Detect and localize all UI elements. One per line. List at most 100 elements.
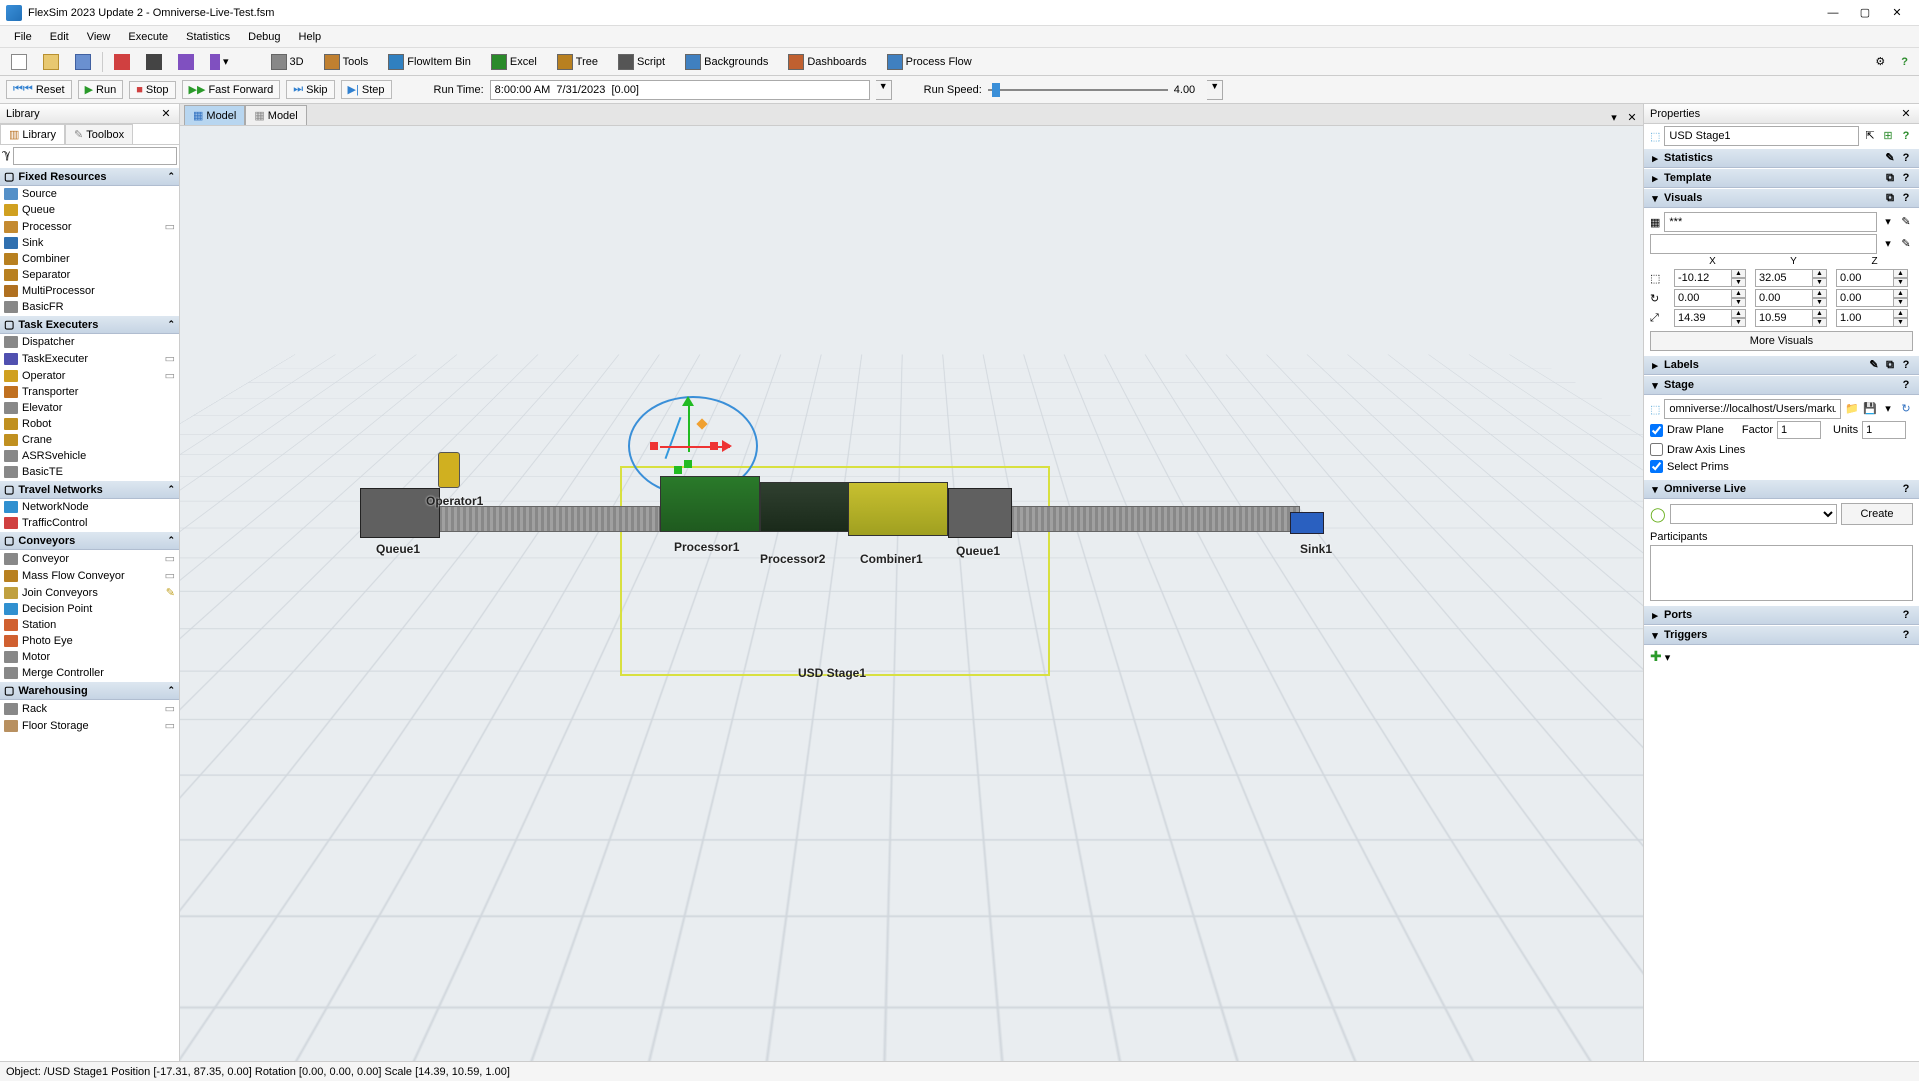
toolbar-3d[interactable]: 3D — [266, 51, 309, 73]
stop-button[interactable]: ■Stop — [129, 81, 175, 99]
pos-x-input[interactable] — [1674, 269, 1732, 287]
scale-y-input[interactable] — [1755, 309, 1813, 327]
section-omniverse-live[interactable]: ▾Omniverse Live? — [1644, 479, 1919, 499]
toolbar-tools[interactable]: Tools — [319, 51, 374, 73]
new-file-button[interactable] — [6, 51, 32, 73]
refresh-icon[interactable]: ↻ — [1899, 402, 1913, 416]
help-icon[interactable]: ? — [1899, 628, 1913, 642]
more-visuals-button[interactable]: More Visuals — [1650, 331, 1913, 351]
select-prims-checkbox[interactable] — [1650, 460, 1663, 473]
runspeed-dropdown[interactable]: ▼ — [1207, 80, 1223, 100]
browse-icon[interactable]: 📁 — [1845, 402, 1859, 416]
lib-category-travel-networks[interactable]: ▢Travel Networks⌃ — [0, 480, 179, 499]
lib-item-crane[interactable]: Crane — [0, 432, 179, 448]
dropdown-icon[interactable]: ▾ — [1881, 215, 1895, 229]
save-icon[interactable]: 💾 — [1863, 402, 1877, 416]
close-panel-icon[interactable]: ✕ — [1899, 107, 1913, 121]
dropdown-icon[interactable]: ▾ — [1881, 237, 1895, 251]
queue2-object[interactable] — [948, 488, 1012, 538]
runtime-dropdown[interactable]: ▼ — [876, 80, 892, 100]
color-button-3[interactable] — [173, 51, 199, 73]
minimize-button[interactable]: — — [1817, 1, 1849, 25]
tab-model-1[interactable]: ▦Model — [245, 105, 306, 125]
close-panel-icon[interactable]: ✕ — [159, 107, 173, 121]
lib-item-floor-storage[interactable]: Floor Storage▭ — [0, 717, 179, 734]
rot-y-input[interactable] — [1755, 289, 1813, 307]
runtime-input[interactable] — [490, 80, 870, 100]
lib-category-fixed-resources[interactable]: ▢Fixed Resources⌃ — [0, 167, 179, 186]
stage-url-input[interactable] — [1664, 399, 1841, 419]
copy-icon[interactable]: ⧉ — [1883, 171, 1897, 185]
shape-input[interactable] — [1664, 212, 1877, 232]
lib-item-multiprocessor[interactable]: MultiProcessor — [0, 283, 179, 299]
skip-button[interactable]: ⏭Skip — [286, 80, 334, 99]
processor1-object[interactable] — [660, 476, 760, 532]
lib-item-processor[interactable]: Processor▭ — [0, 218, 179, 235]
lib-item-taskexecuter[interactable]: TaskExecuter▭ — [0, 350, 179, 367]
maximize-button[interactable]: ▢ — [1849, 1, 1881, 25]
save-file-button[interactable] — [70, 51, 96, 73]
dropdown-icon[interactable]: ▾ — [1881, 402, 1895, 416]
lib-item-mass-flow-conveyor[interactable]: Mass Flow Conveyor▭ — [0, 567, 179, 584]
units-input[interactable] — [1862, 421, 1906, 439]
lib-item-conveyor[interactable]: Conveyor▭ — [0, 550, 179, 567]
factor-input[interactable] — [1777, 421, 1821, 439]
lib-item-elevator[interactable]: Elevator — [0, 400, 179, 416]
section-labels[interactable]: ▸Labels✎⧉? — [1644, 355, 1919, 375]
help-icon[interactable]: ? — [1899, 378, 1913, 392]
toolbar-dashboards[interactable]: Dashboards — [783, 51, 871, 73]
pos-z-input[interactable] — [1836, 269, 1894, 287]
trigger-dropdown[interactable]: ▾ — [1665, 652, 1671, 664]
lib-item-motor[interactable]: Motor — [0, 649, 179, 665]
tab-model-0[interactable]: ▦Model — [184, 105, 245, 125]
toolbar-processflow[interactable]: Process Flow — [882, 51, 977, 73]
menu-edit[interactable]: Edit — [42, 29, 77, 45]
lib-item-sink[interactable]: Sink — [0, 235, 179, 251]
toolbar-backgrounds[interactable]: Backgrounds — [680, 51, 773, 73]
lib-item-basicte[interactable]: BasicTE — [0, 464, 179, 480]
step-button[interactable]: ▶|Step — [341, 80, 392, 99]
help-button[interactable]: ? — [1896, 53, 1913, 71]
menu-help[interactable]: Help — [291, 29, 330, 45]
color-button-1[interactable] — [109, 51, 135, 73]
copy-icon[interactable]: ⧉ — [1883, 191, 1897, 205]
menu-view[interactable]: View — [79, 29, 119, 45]
help-icon[interactable]: ? — [1899, 151, 1913, 165]
lib-item-combiner[interactable]: Combiner — [0, 251, 179, 267]
lib-category-task-executers[interactable]: ▢Task Executers⌃ — [0, 315, 179, 334]
lib-item-transporter[interactable]: Transporter — [0, 384, 179, 400]
lib-item-trafficcontrol[interactable]: TrafficControl — [0, 515, 179, 531]
copy-icon[interactable]: ⧉ — [1883, 358, 1897, 372]
toolbar-script[interactable]: Script — [613, 51, 670, 73]
lib-item-networknode[interactable]: NetworkNode — [0, 499, 179, 515]
tab-menu-icon[interactable]: ▾ — [1607, 111, 1621, 125]
participants-list[interactable] — [1650, 545, 1913, 601]
help-icon[interactable]: ? — [1899, 608, 1913, 622]
help-icon[interactable]: ? — [1899, 482, 1913, 496]
edit-icon[interactable]: ✎ — [1867, 358, 1881, 372]
toolbar-excel[interactable]: Excel — [486, 51, 542, 73]
color-button-2[interactable] — [141, 51, 167, 73]
toolbar-flowitembin[interactable]: FlowItem Bin — [383, 51, 476, 73]
section-statistics[interactable]: ▸Statistics✎? — [1644, 148, 1919, 168]
rot-z-input[interactable] — [1836, 289, 1894, 307]
draw-plane-checkbox[interactable] — [1650, 424, 1663, 437]
add-trigger-button[interactable]: ✚ — [1650, 648, 1662, 664]
section-ports[interactable]: ▸Ports? — [1644, 605, 1919, 625]
filter-input[interactable] — [13, 147, 177, 165]
create-button[interactable]: Create — [1841, 503, 1913, 525]
help-icon[interactable]: ? — [1899, 171, 1913, 185]
rot-x-input[interactable] — [1674, 289, 1732, 307]
scale-z-input[interactable] — [1836, 309, 1894, 327]
section-triggers[interactable]: ▾Triggers? — [1644, 625, 1919, 645]
runspeed-slider[interactable] — [988, 80, 1168, 100]
close-button[interactable]: ✕ — [1881, 1, 1913, 25]
object-name-input[interactable] — [1664, 126, 1859, 146]
lib-item-basicfr[interactable]: BasicFR — [0, 299, 179, 315]
scale-x-input[interactable] — [1674, 309, 1732, 327]
tree-icon[interactable]: ⊞ — [1881, 129, 1895, 143]
menu-file[interactable]: File — [6, 29, 40, 45]
edit-icon[interactable]: ✎ — [1883, 151, 1897, 165]
section-visuals[interactable]: ▾Visuals⧉? — [1644, 188, 1919, 208]
lib-item-queue[interactable]: Queue — [0, 202, 179, 218]
